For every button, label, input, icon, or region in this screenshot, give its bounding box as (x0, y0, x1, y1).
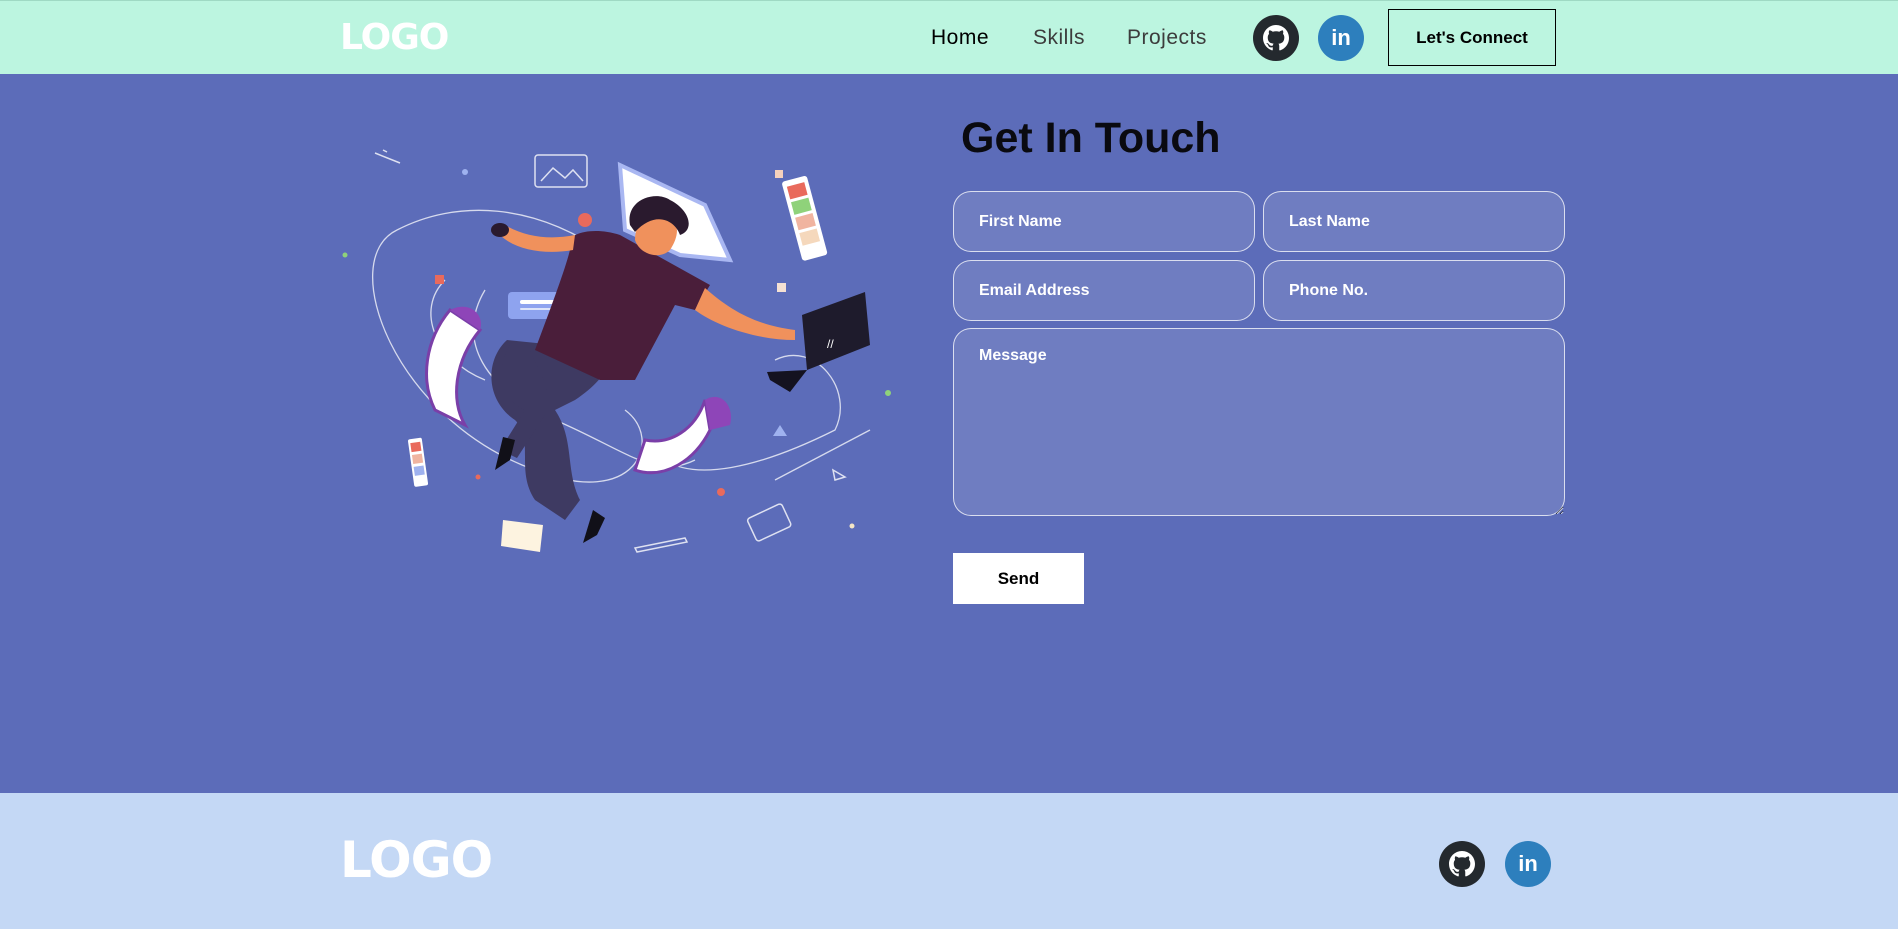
github-icon (1263, 25, 1289, 51)
nav-linkedin-button[interactable]: in (1318, 15, 1364, 61)
nav-github-button[interactable] (1253, 15, 1299, 61)
nav-logo[interactable]: LOGO (340, 16, 449, 60)
first-name-field[interactable] (953, 191, 1255, 252)
email-field[interactable] (953, 260, 1255, 321)
contact-title: Get In Touch (961, 114, 1221, 162)
last-name-field[interactable] (1263, 191, 1565, 252)
lets-connect-label: Let's Connect (1416, 27, 1528, 47)
navbar: LOGO Home Skills Projects in Let's Conne… (0, 0, 1898, 74)
phone-field[interactable] (1263, 260, 1565, 321)
send-button[interactable]: Send (953, 553, 1084, 604)
github-icon (1449, 851, 1475, 877)
lets-connect-button[interactable]: Let's Connect (1388, 9, 1556, 66)
nav-link-home[interactable]: Home (931, 25, 989, 51)
message-field[interactable] (953, 328, 1565, 516)
footer-linkedin-button[interactable]: in (1505, 841, 1551, 887)
linkedin-icon: in (1331, 25, 1351, 50)
nav-link-projects[interactable]: Projects (1127, 25, 1207, 51)
linkedin-icon: in (1518, 851, 1538, 876)
laptop-text: // (827, 337, 834, 351)
contact-illustration: // (342, 149, 891, 553)
footer: LOGO in (0, 793, 1898, 929)
footer-github-button[interactable] (1439, 841, 1485, 887)
nav-link-skills[interactable]: Skills (1033, 25, 1085, 51)
footer-logo[interactable]: LOGO (340, 829, 493, 891)
